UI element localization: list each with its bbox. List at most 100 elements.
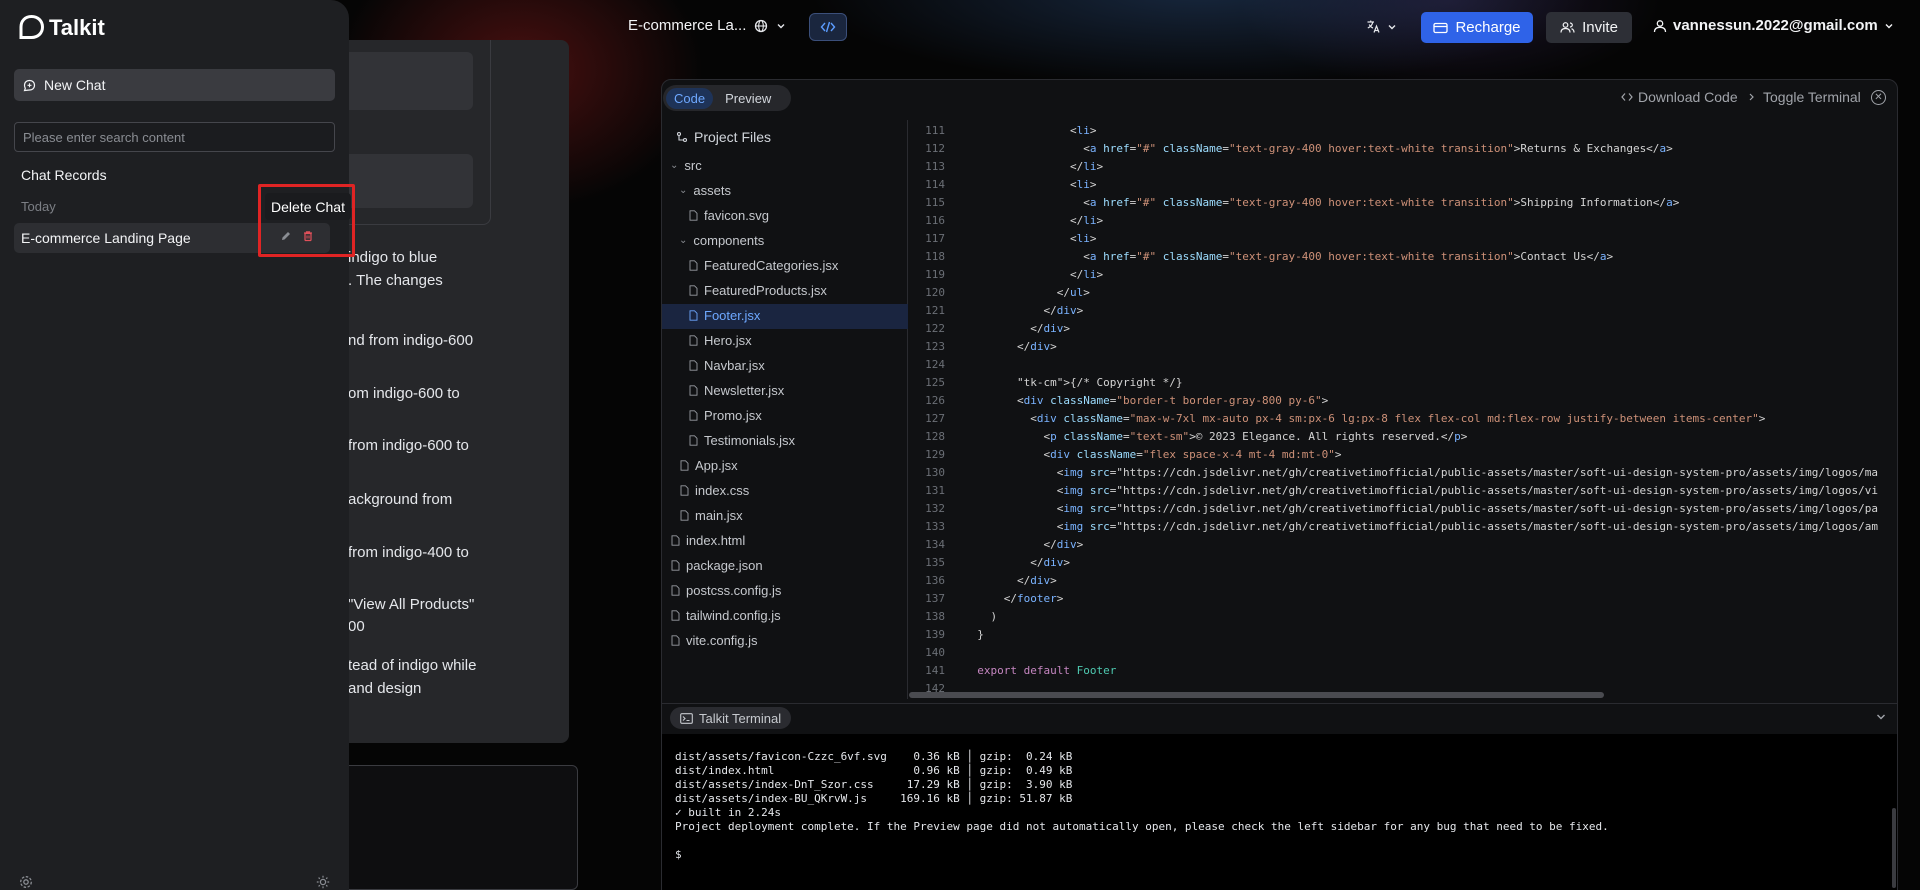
chat-bubble-icon <box>23 79 36 91</box>
line-number: 111 <box>925 124 945 137</box>
file-icon <box>689 285 698 296</box>
brand-name: Talkit <box>49 14 105 40</box>
tab-preview[interactable]: Preview <box>717 88 779 109</box>
code-view-toggle[interactable] <box>809 13 847 41</box>
code-text: </div> <box>964 340 1057 353</box>
file-icon <box>671 610 680 621</box>
chevron-down-icon <box>777 23 785 28</box>
tree-file[interactable]: App.jsx <box>680 458 738 473</box>
line-number: 117 <box>925 232 945 245</box>
project-selector[interactable]: E-commerce La... <box>628 17 786 34</box>
tree-file[interactable]: favicon.svg <box>689 208 769 223</box>
tree-file[interactable]: Navbar.jsx <box>689 358 765 373</box>
line-number: 130 <box>925 466 945 479</box>
tree-file[interactable]: Footer.jsx <box>689 308 760 323</box>
code-text: <div className="border-t border-gray-800… <box>964 394 1329 407</box>
tree-file[interactable]: Hero.jsx <box>689 333 752 348</box>
tree-file[interactable]: Testimonials.jsx <box>689 433 795 448</box>
code-icon <box>820 21 836 33</box>
tree-file[interactable]: vite.config.js <box>671 633 758 648</box>
toggle-terminal-button[interactable]: Toggle Terminal <box>1748 89 1861 105</box>
new-chat-button[interactable]: New Chat <box>14 69 335 101</box>
file-name: Promo.jsx <box>704 408 762 423</box>
line-number: 140 <box>925 646 945 659</box>
tree-folder[interactable]: ⌄ components <box>679 233 764 248</box>
tree-folder[interactable]: ⌄ src <box>670 158 702 173</box>
line-number: 121 <box>925 304 945 317</box>
code-editor[interactable]: 111 <li> 112 <a href="#" className="text-… <box>909 119 1897 696</box>
code-text: <li> <box>964 232 1097 245</box>
tree-file[interactable]: Newsletter.jsx <box>689 383 784 398</box>
tree-file[interactable]: FeaturedProducts.jsx <box>689 283 827 298</box>
file-icon <box>689 210 698 221</box>
chevron-down-icon: ⌄ <box>679 185 688 196</box>
date-group-label: Today <box>21 199 56 214</box>
users-icon <box>1560 22 1575 33</box>
tree-file[interactable]: tailwind.config.js <box>671 608 781 623</box>
account-menu[interactable]: vannessun.2022@gmail.com <box>1653 17 1894 34</box>
line-number: 112 <box>925 142 945 155</box>
tree-file[interactable]: FeaturedCategories.jsx <box>689 258 838 273</box>
recharge-label: Recharge <box>1455 19 1521 36</box>
tree-file[interactable]: index.html <box>671 533 745 548</box>
tree-file[interactable]: index.css <box>680 483 749 498</box>
tree-file[interactable]: package.json <box>671 558 763 573</box>
tree-file[interactable]: postcss.config.js <box>671 583 781 598</box>
terminal-line: dist/assets/favicon-Czzc_6vf.svg 0.36 kB… <box>675 750 1073 763</box>
recharge-button[interactable]: Recharge <box>1421 12 1533 43</box>
file-name: main.jsx <box>695 508 743 523</box>
terminal-line: dist/assets/index-DnT_Szor.css 17.29 kB … <box>675 778 1073 791</box>
file-name: Navbar.jsx <box>704 358 765 373</box>
code-text: <a href="#" className="text-gray-400 hov… <box>964 142 1673 155</box>
file-icon <box>689 385 698 396</box>
close-icon[interactable]: ✕ <box>1871 90 1886 105</box>
language-switch[interactable] <box>1366 19 1397 34</box>
code-text: <img src="https://cdn.jsdelivr.net/gh/cr… <box>964 484 1878 497</box>
tree-file[interactable]: Promo.jsx <box>689 408 762 423</box>
line-number: 138 <box>925 610 945 623</box>
view-tabs: Code Preview <box>663 85 791 111</box>
settings-icon[interactable] <box>19 875 33 889</box>
code-text: } <box>964 628 984 641</box>
talkit-logo-icon <box>19 14 45 39</box>
tree-folder[interactable]: ⌄ assets <box>679 183 731 198</box>
theme-toggle-icon[interactable] <box>316 875 330 889</box>
code-text: </li> <box>964 160 1104 173</box>
line-number: 120 <box>925 286 945 299</box>
file-name: Newsletter.jsx <box>704 383 785 398</box>
file-name: index.html <box>686 533 746 548</box>
code-text: <a href="#" className="text-gray-400 hov… <box>964 250 1614 263</box>
line-number: 126 <box>925 394 945 407</box>
code-text: </footer> <box>964 592 1064 605</box>
invite-label: Invite <box>1582 19 1618 36</box>
chat-text: and design <box>348 680 422 697</box>
code-text: ) <box>964 610 998 623</box>
search-input[interactable] <box>14 122 335 152</box>
folder-name: assets <box>693 183 731 198</box>
chevron-down-icon <box>1388 24 1396 29</box>
chat-text: 00 <box>348 618 365 635</box>
vertical-scrollbar[interactable] <box>1892 808 1896 888</box>
tab-code[interactable]: Code <box>666 87 714 109</box>
code-line: 128 <p className="text-sm">© 2023 Elegan… <box>909 430 1897 448</box>
terminal-tab[interactable]: Talkit Terminal <box>670 707 792 729</box>
chat-records-title: Chat Records <box>21 167 107 183</box>
download-code-button[interactable]: Download Code <box>1621 89 1738 105</box>
code-text: </div> <box>964 538 1084 551</box>
code-line: 116 </li> <box>909 214 1897 232</box>
terminal-header <box>662 703 1897 731</box>
line-number: 139 <box>925 628 945 641</box>
code-line: 130 <img src="https://cdn.jsdelivr.net/g… <box>909 466 1897 484</box>
code-line: 133 <img src="https://cdn.jsdelivr.net/g… <box>909 520 1897 538</box>
code-line: 139 } <box>909 628 1897 646</box>
horizontal-scrollbar[interactable] <box>909 692 1604 698</box>
line-number: 124 <box>925 358 945 371</box>
project-files-label: Project Files <box>694 129 772 145</box>
tree-file[interactable]: main.jsx <box>680 508 743 523</box>
line-number: 135 <box>925 556 945 569</box>
invite-button[interactable]: Invite <box>1546 12 1632 43</box>
code-line: 135 </div> <box>909 556 1897 574</box>
line-number: 125 <box>925 376 945 389</box>
chevron-down-icon[interactable] <box>1875 711 1887 723</box>
line-number: 123 <box>925 340 945 353</box>
